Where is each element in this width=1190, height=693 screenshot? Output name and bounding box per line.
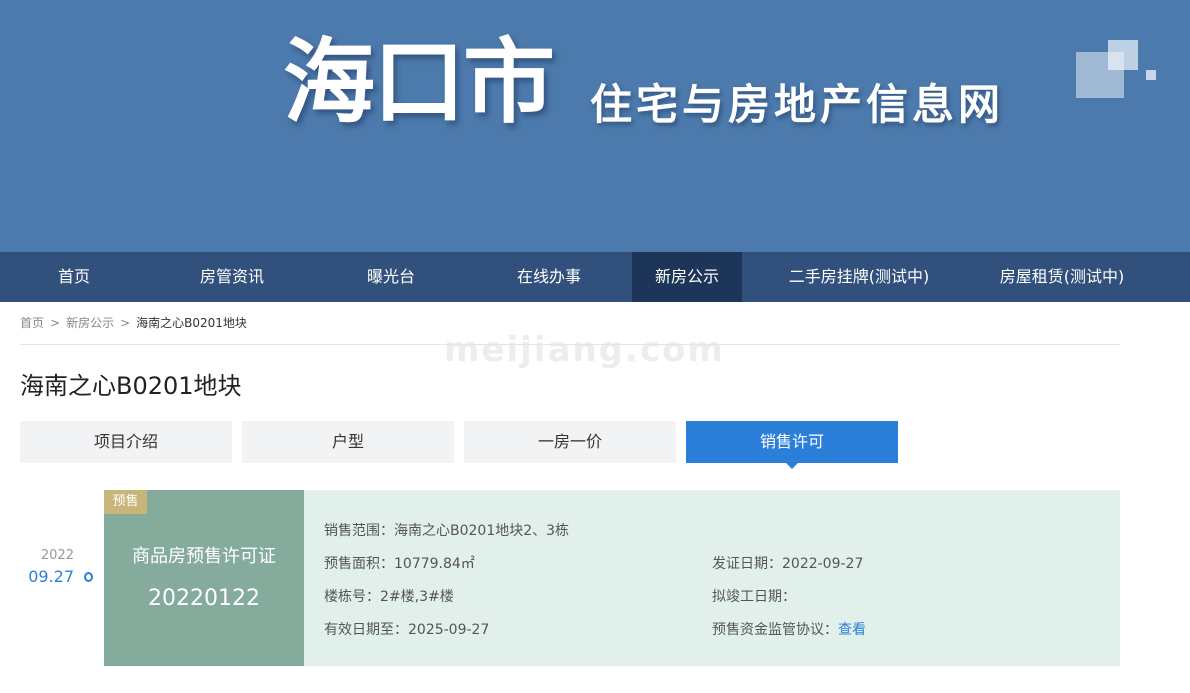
- building-value: 2#楼,3#楼: [380, 589, 454, 605]
- breadcrumb-section[interactable]: 新房公示: [66, 316, 114, 330]
- permit-type: 商品房预售许可证: [132, 546, 276, 567]
- nav-item-home[interactable]: 首页: [0, 252, 148, 302]
- issue-date-label: 发证日期：: [712, 556, 782, 572]
- issue-date-field: 发证日期：2022-09-27: [712, 553, 863, 573]
- tab-sales-permit[interactable]: 销售许可: [686, 421, 898, 469]
- tab-floor-plans[interactable]: 户型: [242, 421, 454, 463]
- breadcrumb-current: 海南之心B0201地块: [136, 316, 247, 330]
- page-title: 海南之心B0201地块: [20, 372, 242, 400]
- completion-date-label: 拟竣工日期：: [712, 589, 796, 605]
- area-label: 预售面积：: [324, 556, 394, 572]
- banner-city-title: 海口市: [283, 29, 555, 136]
- fund-agreement-label: 预售资金监管协议：: [712, 622, 838, 638]
- banner-deco-square-medium: [1108, 40, 1138, 70]
- nav-item-rental[interactable]: 房屋租赁(测试中): [976, 252, 1148, 302]
- building-label: 楼栋号：: [324, 589, 380, 605]
- valid-until-label: 有效日期至：: [324, 622, 408, 638]
- nav-item-exposure[interactable]: 曝光台: [316, 252, 466, 302]
- main-nav: 首页 房管资讯 曝光台 在线办事 新房公示 二手房挂牌(测试中) 房屋租赁(测试…: [0, 252, 1190, 302]
- permit-date: 2022 09.27: [20, 548, 74, 588]
- permit-details: 销售范围：海南之心B0201地块2、3栋 预售面积：10779.84㎡ 发证日期…: [304, 490, 1120, 666]
- fund-agreement-field: 预售资金监管协议：查看: [712, 619, 866, 639]
- timeline-dot-icon: [84, 572, 93, 582]
- permit-date-month-day: 09.27: [28, 567, 74, 586]
- watermark: meijiang.com: [444, 330, 725, 370]
- breadcrumb-separator: >: [50, 316, 61, 330]
- permit-summary-card: 预售 商品房预售许可证 20220122: [104, 490, 304, 666]
- building-field: 楼栋号：2#楼,3#楼: [324, 586, 454, 606]
- permit-number: 20220122: [148, 586, 260, 611]
- banner-deco-square-small: [1146, 70, 1156, 80]
- tab-project-intro[interactable]: 项目介绍: [20, 421, 232, 463]
- nav-item-new-homes[interactable]: 新房公示: [632, 252, 742, 302]
- scope-label: 销售范围：: [324, 523, 394, 539]
- banner-subtitle: 住宅与房地产信息网: [590, 80, 1005, 129]
- valid-until-field: 有效日期至：2025-09-27: [324, 619, 489, 639]
- valid-until-value: 2025-09-27: [408, 622, 490, 638]
- site-banner: 海口市 住宅与房地产信息网: [0, 0, 1190, 252]
- scope-value: 海南之心B0201地块2、3栋: [394, 523, 570, 539]
- scope-field: 销售范围：海南之心B0201地块2、3栋: [324, 520, 569, 540]
- permit-date-year: 2022: [40, 548, 74, 563]
- nav-item-news[interactable]: 房管资讯: [148, 252, 316, 302]
- nav-item-secondhand[interactable]: 二手房挂牌(测试中): [742, 252, 976, 302]
- tab-unit-prices[interactable]: 一房一价: [464, 421, 676, 463]
- area-field: 预售面积：10779.84㎡: [324, 553, 475, 573]
- area-value: 10779.84㎡: [394, 556, 475, 572]
- nav-item-online-service[interactable]: 在线办事: [466, 252, 632, 302]
- project-tabs: 项目介绍 户型 一房一价 销售许可: [20, 421, 908, 469]
- presale-badge: 预售: [104, 490, 147, 514]
- breadcrumb-separator: >: [120, 316, 131, 330]
- breadcrumb: 首页 > 新房公示 > 海南之心B0201地块: [20, 314, 253, 331]
- divider: [20, 344, 1120, 345]
- breadcrumb-home[interactable]: 首页: [20, 316, 44, 330]
- completion-date-field: 拟竣工日期：: [712, 586, 796, 606]
- view-agreement-link[interactable]: 查看: [838, 622, 866, 638]
- issue-date-value: 2022-09-27: [782, 556, 864, 572]
